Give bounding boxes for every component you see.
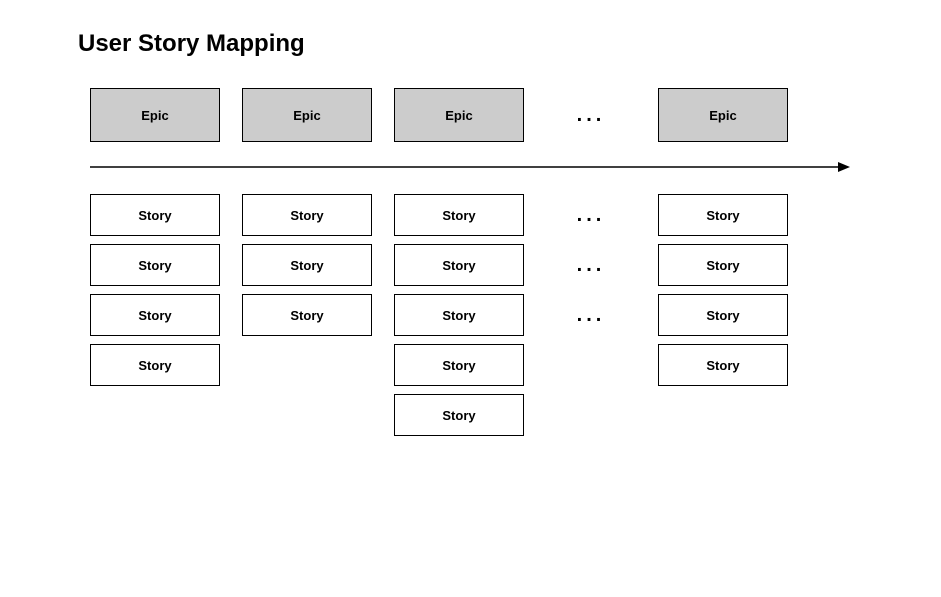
timeline-arrow (90, 160, 941, 174)
story-card: Story (394, 294, 524, 336)
story-card: Story (242, 244, 372, 286)
story-card: Story (242, 294, 372, 336)
story-card: Story (90, 194, 220, 236)
epic-row: Epic Epic Epic ... Epic (90, 88, 941, 142)
story-card: Story (658, 244, 788, 286)
story-card: Story (394, 244, 524, 286)
story-column: Story Story Story Story (658, 194, 788, 394)
story-card: Story (90, 344, 220, 386)
story-card: Story (394, 344, 524, 386)
epic-card: Epic (90, 88, 220, 142)
story-card: Story (394, 194, 524, 236)
story-card: Story (658, 194, 788, 236)
epic-card: Epic (242, 88, 372, 142)
story-column: Story Story Story (242, 194, 372, 344)
story-columns: Story Story Story Story Story Story Stor… (90, 194, 941, 444)
ellipsis-column: ... ... ... (546, 194, 636, 344)
arrow-right-icon (90, 160, 850, 174)
ellipsis-icon: ... (546, 88, 636, 142)
page-title: User Story Mapping (78, 30, 941, 58)
story-card: Story (90, 294, 220, 336)
ellipsis-icon: ... (546, 194, 636, 236)
story-card: Story (242, 194, 372, 236)
story-column: Story Story Story Story Story (394, 194, 524, 444)
epic-card: Epic (658, 88, 788, 142)
epic-card: Epic (394, 88, 524, 142)
story-column: Story Story Story Story (90, 194, 220, 394)
story-card: Story (658, 294, 788, 336)
ellipsis-icon: ... (546, 244, 636, 286)
story-card: Story (90, 244, 220, 286)
ellipsis-icon: ... (546, 294, 636, 336)
story-card: Story (658, 344, 788, 386)
story-card: Story (394, 394, 524, 436)
